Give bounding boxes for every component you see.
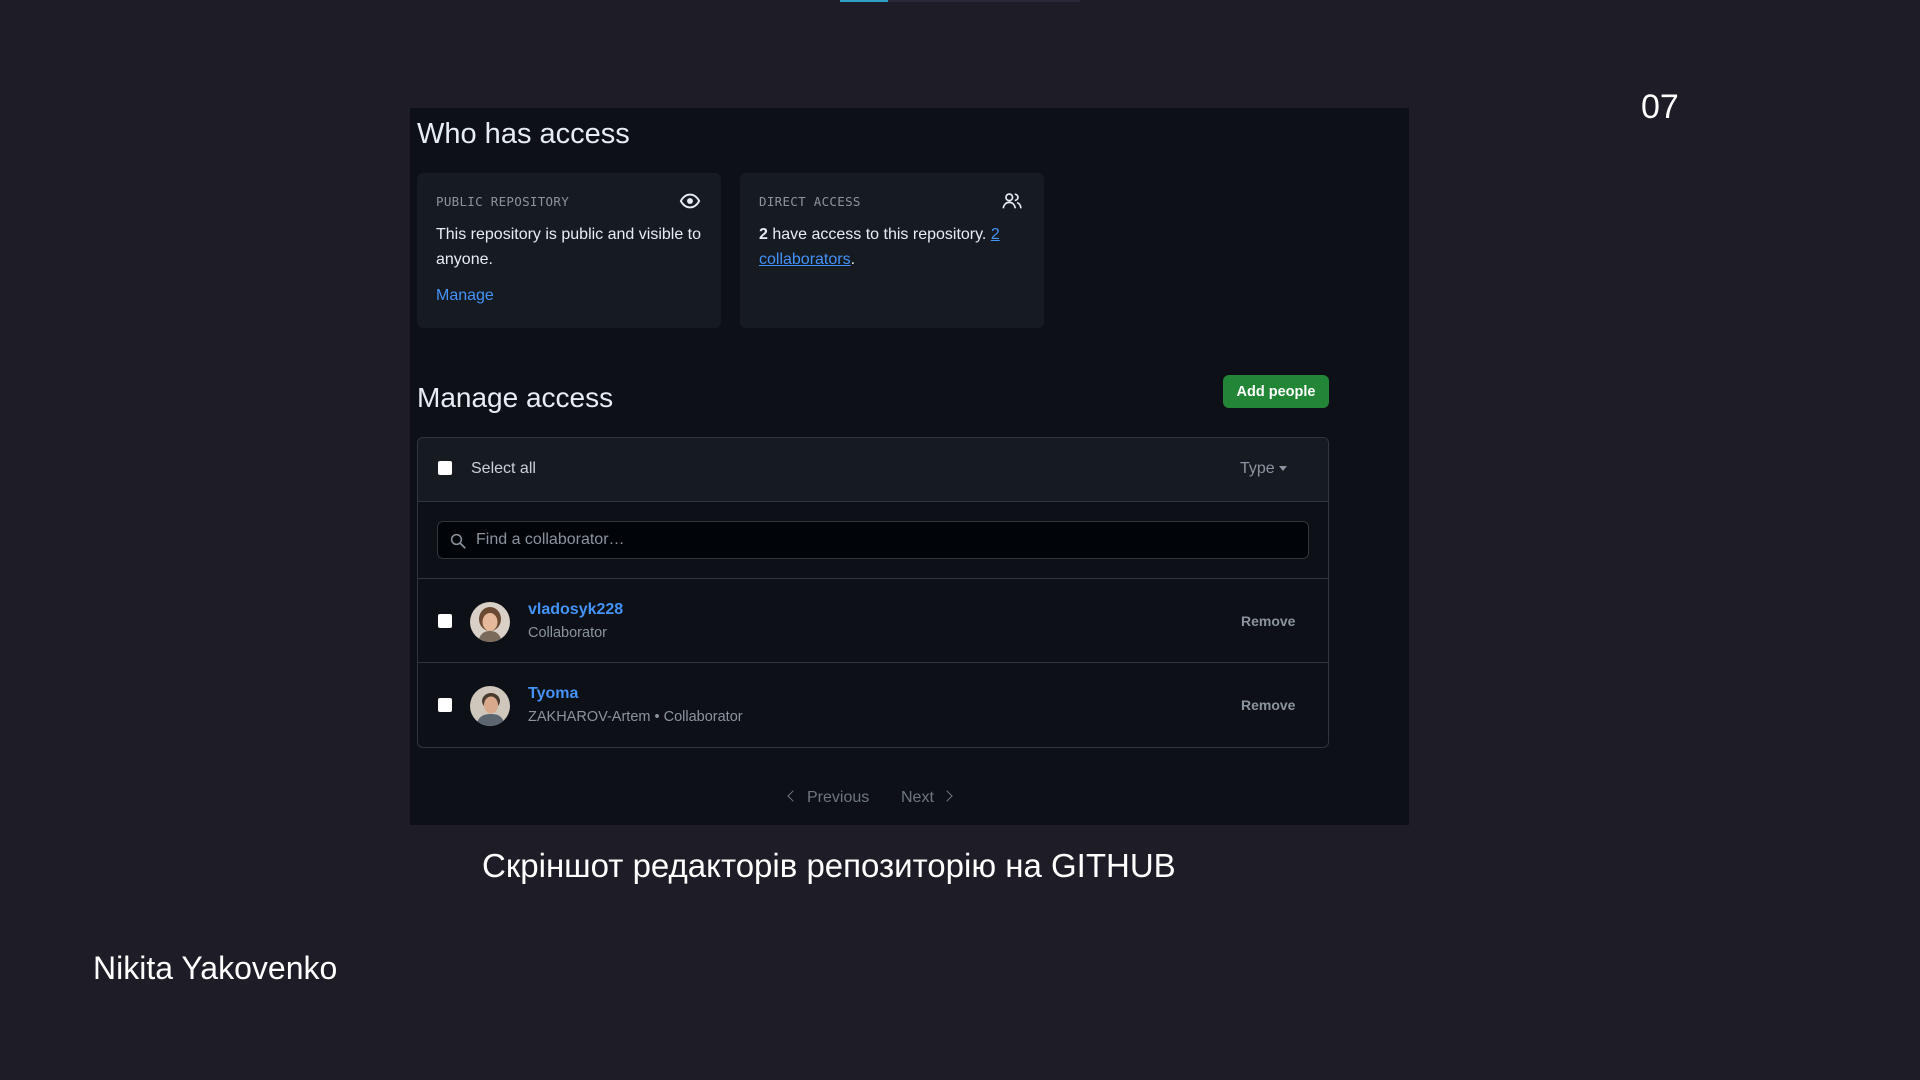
next-page-button[interactable]: Next	[901, 789, 953, 807]
slide-progress-fill	[840, 0, 888, 2]
chevron-right-icon	[941, 790, 953, 802]
collaborators-panel-header: Select all Type	[418, 438, 1328, 502]
manage-access-heading: Manage access	[417, 382, 614, 413]
collaborator-name[interactable]: Tyoma	[528, 685, 578, 703]
type-filter-dropdown[interactable]: Type	[1240, 460, 1287, 478]
collaborator-role: ZAKHAROV-Artem • Collaborator	[528, 709, 743, 725]
avatar[interactable]	[470, 602, 510, 642]
slide-caption: Скріншот редакторів репозиторію на GITHU…	[482, 847, 1176, 884]
manage-visibility-link[interactable]: Manage	[436, 287, 494, 305]
search-icon	[450, 533, 466, 549]
collaborator-role: Collaborator	[528, 625, 607, 641]
previous-page-button[interactable]: Previous	[787, 789, 870, 807]
direct-access-label: DIRECT ACCESS	[759, 194, 861, 209]
avatar[interactable]	[470, 686, 510, 726]
author-name: Nikita Yakovenko	[93, 950, 338, 986]
previous-label: Previous	[807, 789, 870, 806]
slide-number: 07	[1641, 88, 1679, 126]
pagination: Previous Next	[787, 789, 989, 813]
search-box[interactable]	[437, 521, 1309, 559]
select-all-checkbox[interactable]	[438, 461, 452, 475]
eye-icon	[679, 193, 701, 209]
collaborator-row: Tyoma ZAKHAROV-Artem • Collaborator Remo…	[418, 663, 1328, 747]
direct-access-text: 2 have access to this repository. 2 coll…	[759, 222, 1029, 272]
search-row	[418, 502, 1328, 579]
public-repository-label: PUBLIC REPOSITORY	[436, 194, 570, 209]
sentence-end: .	[850, 251, 856, 268]
remove-button[interactable]: Remove	[1241, 697, 1295, 713]
next-label: Next	[901, 789, 934, 806]
remove-button[interactable]: Remove	[1241, 613, 1295, 629]
people-icon	[1002, 193, 1022, 209]
collaborators-panel: Select all Type Find a collaborator… vla…	[417, 437, 1329, 748]
collaborator-checkbox[interactable]	[438, 698, 452, 712]
access-count: 2	[759, 226, 768, 243]
direct-access-sentence: have access to this repository.	[767, 226, 991, 243]
slide-progress-track	[840, 0, 1080, 2]
who-has-access-heading: Who has access	[417, 118, 630, 150]
github-screenshot: Who has access PUBLIC REPOSITORY This re…	[410, 108, 1409, 825]
public-repository-card: PUBLIC REPOSITORY This repository is pub…	[417, 173, 721, 328]
collaborator-name[interactable]: vladosyk228	[528, 601, 623, 619]
type-filter-label: Type	[1240, 460, 1275, 477]
direct-access-card: DIRECT ACCESS 2 have access to this repo…	[740, 173, 1044, 328]
slide: 07 Who has access PUBLIC REPOSITORY This…	[0, 0, 1920, 1080]
chevron-left-icon	[787, 790, 799, 802]
public-repository-text: This repository is public and visible to…	[436, 226, 702, 268]
find-collaborator-input[interactable]	[476, 522, 1296, 558]
collaborator-row: vladosyk228 Collaborator Remove	[418, 579, 1328, 663]
collaborator-checkbox[interactable]	[438, 614, 452, 628]
select-all-label[interactable]: Select all	[471, 460, 536, 478]
add-people-button[interactable]: Add people	[1223, 375, 1329, 408]
caret-down-icon	[1278, 466, 1287, 471]
